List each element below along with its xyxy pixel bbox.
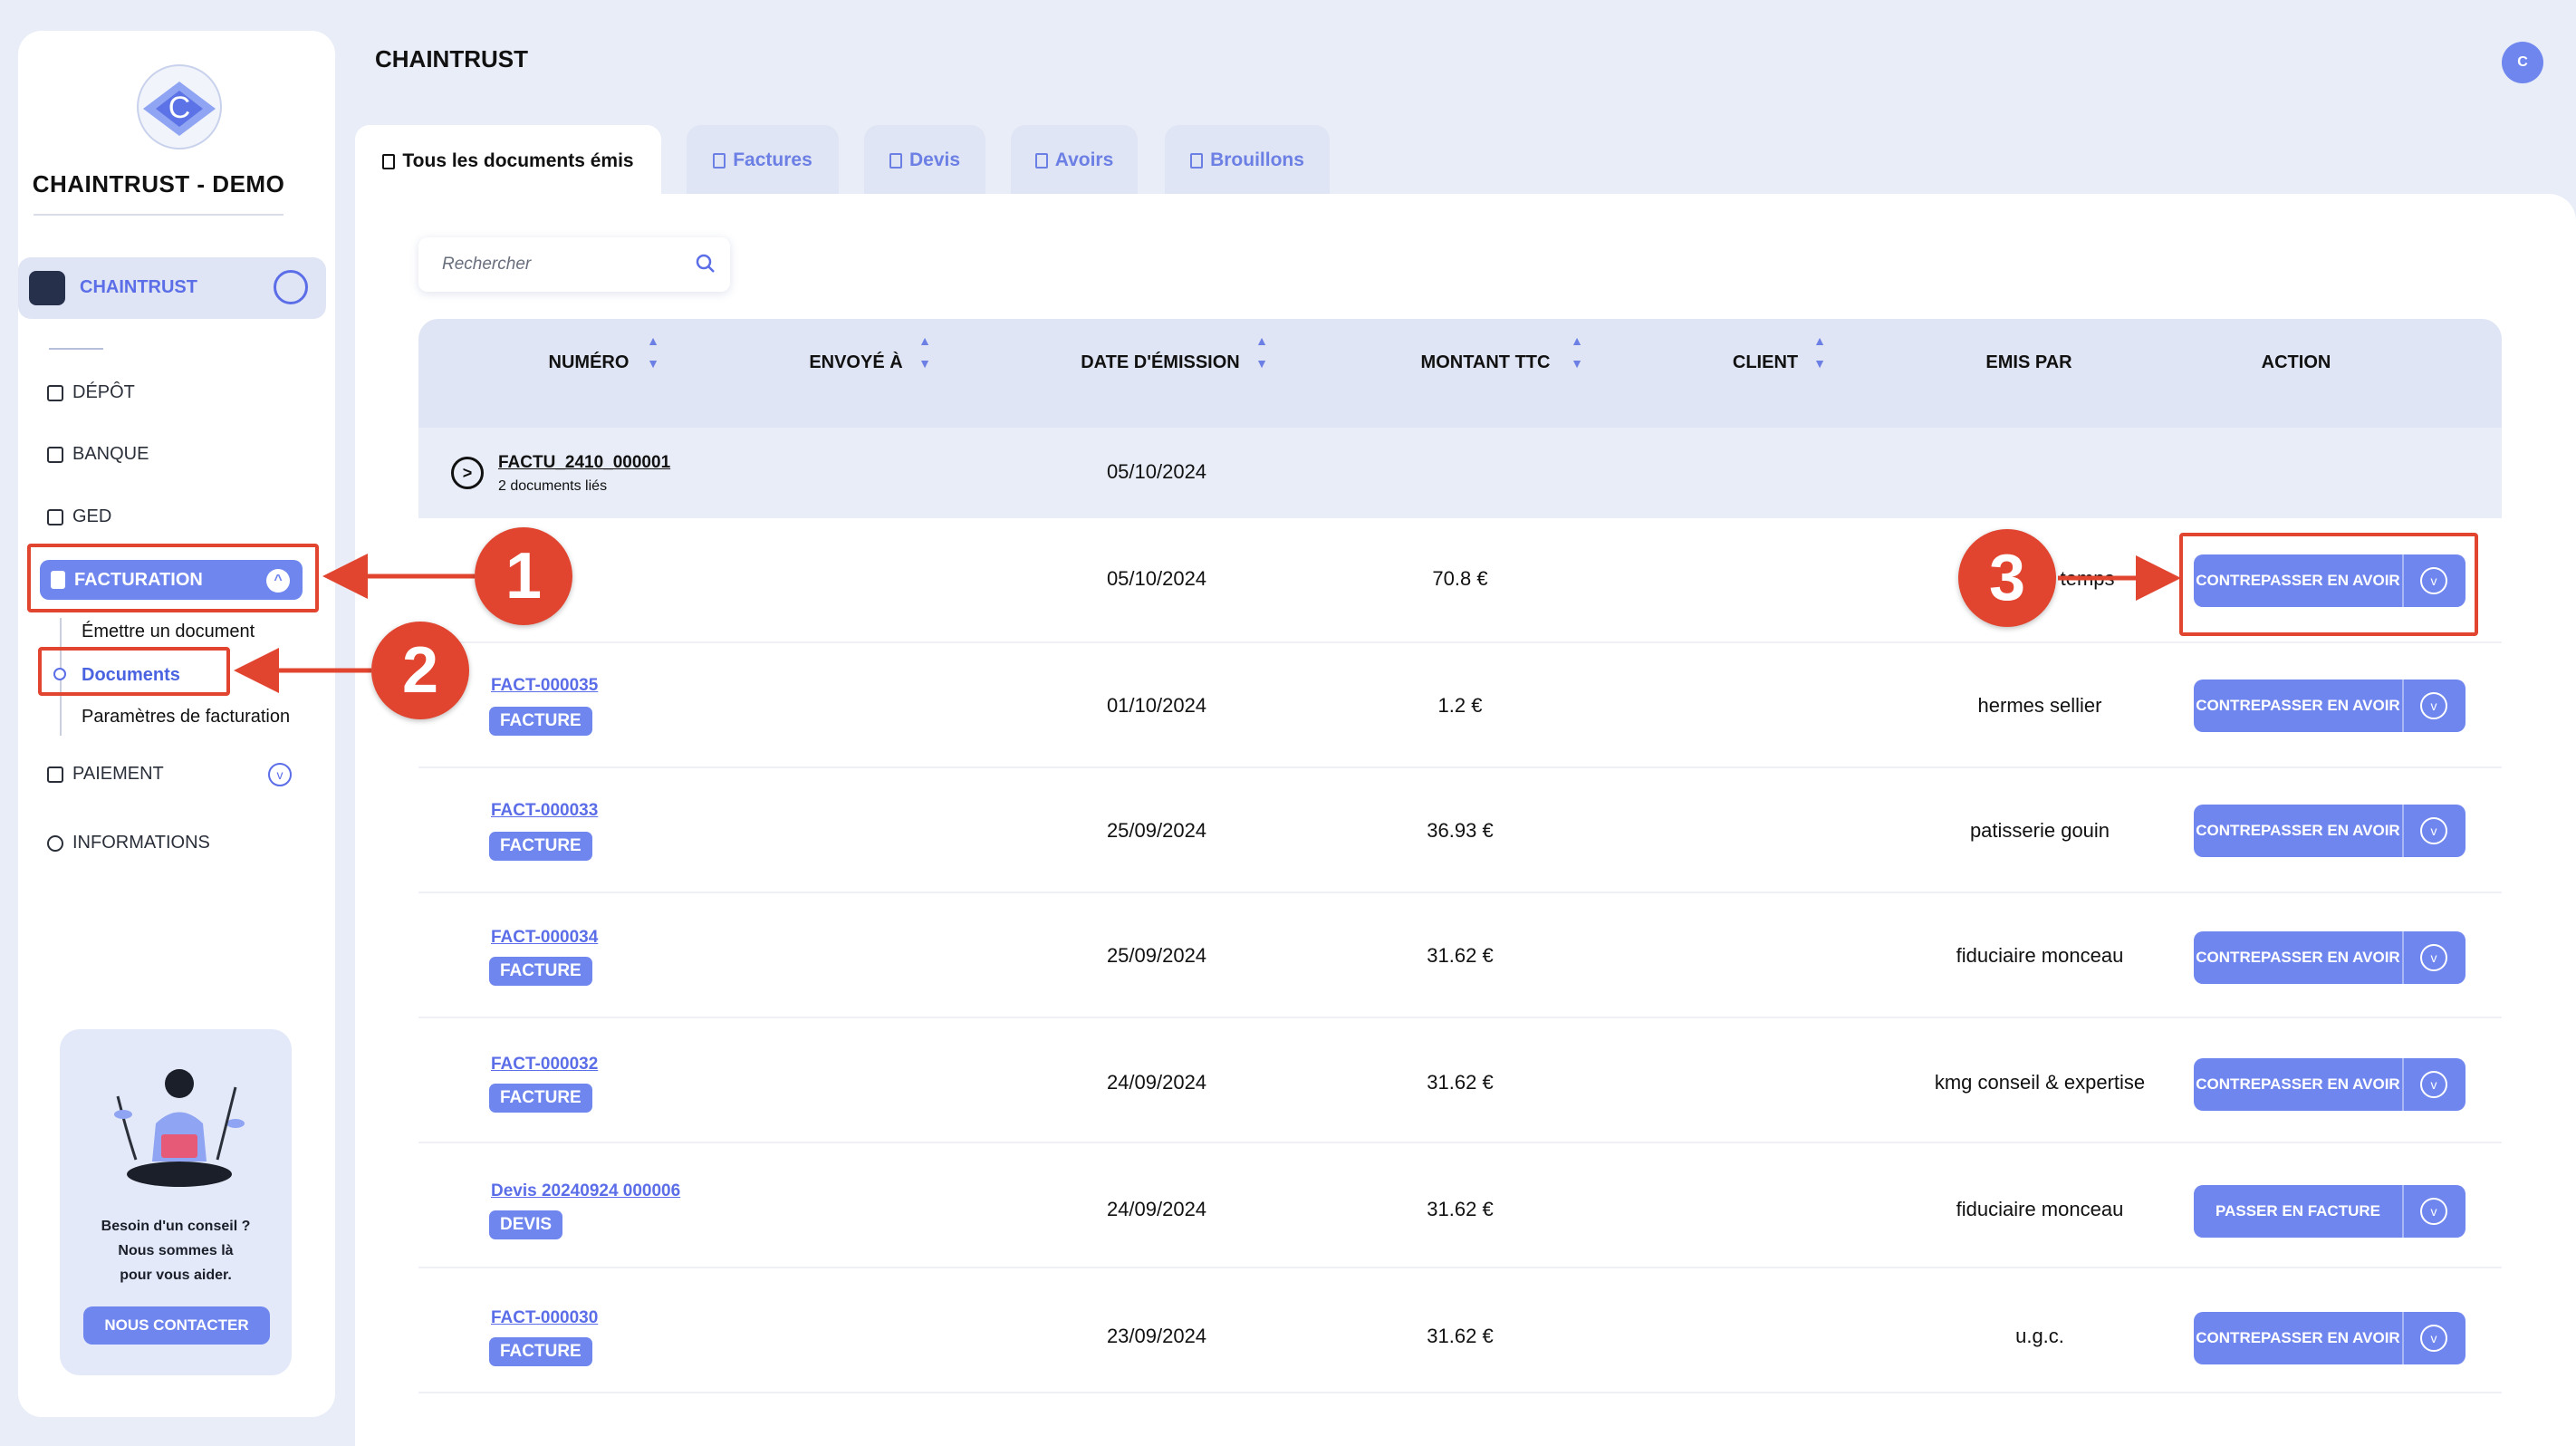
annotation-badge-1: 1: [475, 527, 572, 625]
annotation-badge-2: 2: [371, 622, 469, 719]
annotation-badge-3: 3: [1958, 529, 2056, 627]
annotation-arrows: [234, 554, 2181, 693]
